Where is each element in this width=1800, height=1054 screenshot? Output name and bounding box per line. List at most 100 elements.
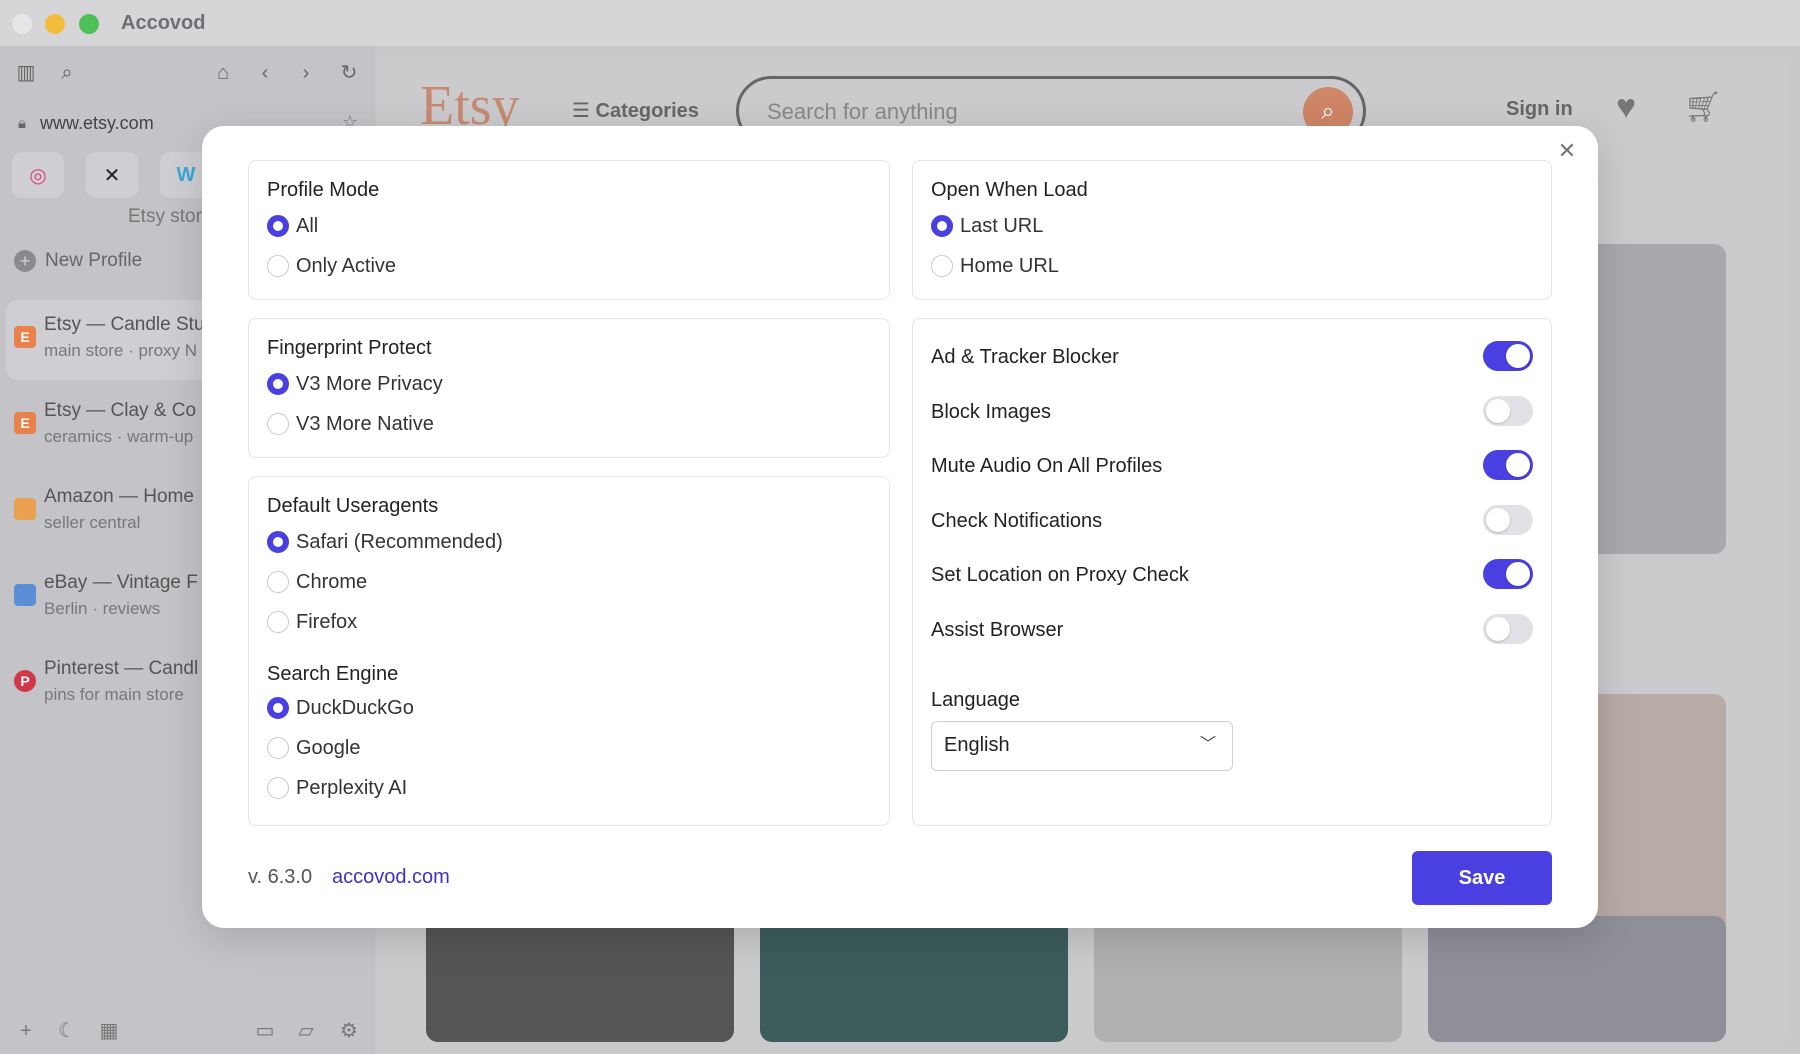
sidebar-toggle-icon[interactable]: ▥ (13, 60, 39, 86)
pinterest-icon: P (14, 670, 36, 692)
radio-unselected-icon (267, 255, 289, 277)
profile-subtitle: pins for main store (44, 685, 184, 704)
product-image[interactable] (426, 916, 734, 1042)
open-when-load-title: Open When Load (931, 179, 1088, 201)
categories-button[interactable]: ☰ Categories (572, 98, 699, 123)
back-icon[interactable]: ‹ (252, 60, 278, 86)
search-icon[interactable]: ⌕ (54, 60, 80, 86)
radio-unselected-icon (267, 737, 289, 759)
etsy-search-placeholder: Search for anything (767, 99, 958, 124)
profile-mode-title: Profile Mode (267, 179, 380, 201)
profile-name: Etsy — Clay & Co (44, 400, 197, 421)
url-text: www.etsy.com (40, 112, 154, 133)
ebay-icon (14, 584, 36, 606)
radio-profile-mode-only-active[interactable]: Only Active (267, 253, 396, 279)
app-title: Accovod (121, 12, 206, 34)
radio-last-url[interactable]: Last URL (931, 213, 1043, 239)
radio-home-url[interactable]: Home URL (931, 253, 1059, 279)
profile-name: Pinterest — Candl (44, 658, 199, 679)
toggle-row-set-location: Set Location on Proxy Check (931, 559, 1533, 591)
profile-subtitle: main store · proxy N (44, 341, 198, 360)
language-select[interactable]: English ﹀ (931, 721, 1233, 771)
radio-selected-icon (931, 215, 953, 237)
radio-v3-more-native[interactable]: V3 More Native (267, 411, 434, 437)
moon-icon[interactable]: ☾ (54, 1018, 80, 1044)
version-label: v. 6.3.0 (248, 866, 313, 888)
settings-modal: ✕ Profile Mode All Only Active Open When… (202, 126, 1598, 928)
etsy-icon: E (14, 412, 36, 434)
radio-selected-icon (267, 531, 289, 553)
chevron-down-icon: ﹀ (1199, 736, 1216, 753)
lock-icon: 🔒︎ (18, 114, 26, 132)
open-when-load-panel: Open When Load Last URL Home URL (912, 160, 1552, 300)
window-maximize-button[interactable] (79, 14, 99, 34)
profile-subtitle: Berlin · reviews (44, 599, 161, 618)
fingerprint-title: Fingerprint Protect (267, 337, 432, 359)
toggle-ad-tracker-blocker[interactable] (1483, 341, 1533, 371)
toggle-mute-audio[interactable] (1483, 450, 1533, 480)
save-button[interactable]: Save (1412, 851, 1552, 905)
close-icon[interactable]: ✕ (1552, 136, 1582, 166)
toggles-panel: Ad & Tracker Blocker Block Images Mute A… (912, 318, 1552, 826)
useragent-search-panel: Default Useragents Safari (Recommended) … (248, 476, 890, 826)
toggle-check-notifications[interactable] (1483, 505, 1533, 535)
heart-icon[interactable]: ♥ (1616, 88, 1636, 127)
radio-unselected-icon (267, 611, 289, 633)
toggle-row-ad-blocker: Ad & Tracker Blocker (931, 341, 1533, 373)
window-close-button[interactable] (12, 14, 32, 34)
product-image[interactable] (1428, 916, 1726, 1042)
radio-unselected-icon (267, 571, 289, 593)
cart-icon[interactable]: 🛒︎ (1684, 90, 1722, 125)
reload-icon[interactable]: ↻ (336, 60, 362, 86)
product-image[interactable] (760, 916, 1068, 1042)
website-link[interactable]: accovod.com (332, 866, 450, 889)
forward-icon[interactable]: › (293, 60, 319, 86)
profile-subtitle: ceramics · warm-up (44, 427, 194, 446)
radio-perplexity[interactable]: Perplexity AI (267, 775, 407, 801)
etsy-icon: E (14, 326, 36, 348)
toggle-row-check-notifications: Check Notifications (931, 505, 1533, 537)
radio-profile-mode-all[interactable]: All (267, 213, 318, 239)
product-image[interactable] (1094, 916, 1402, 1042)
home-icon[interactable]: ⌂ (210, 60, 236, 86)
profile-name: eBay — Vintage F (44, 572, 198, 593)
new-profile-button[interactable]: + New Profile (14, 250, 142, 272)
toggle-row-block-images: Block Images (931, 396, 1533, 428)
radio-safari[interactable]: Safari (Recommended) (267, 529, 503, 555)
add-icon[interactable]: + (13, 1018, 39, 1044)
radio-selected-icon (267, 215, 289, 237)
archive-icon[interactable]: ▭ (252, 1018, 278, 1044)
radio-duckduckgo[interactable]: DuckDuckGo (267, 695, 414, 721)
amazon-icon (14, 498, 36, 520)
toggle-set-location[interactable] (1483, 559, 1533, 589)
sidebar-section-label: Etsy stor (128, 206, 202, 227)
search-engine-title: Search Engine (267, 663, 399, 685)
fingerprint-panel: Fingerprint Protect V3 More Privacy V3 M… (248, 318, 890, 458)
radio-unselected-icon (267, 777, 289, 799)
folder-icon[interactable]: ▱ (293, 1018, 319, 1044)
grid-icon[interactable]: ▦ (96, 1018, 122, 1044)
radio-chrome[interactable]: Chrome (267, 569, 367, 595)
radio-google[interactable]: Google (267, 735, 361, 761)
toggle-block-images[interactable] (1483, 396, 1533, 426)
profile-mode-panel: Profile Mode All Only Active (248, 160, 890, 300)
gear-icon[interactable]: ⚙ (336, 1018, 362, 1044)
profile-name: Etsy — Candle Stu (44, 314, 205, 335)
radio-unselected-icon (267, 413, 289, 435)
instagram-icon[interactable]: ◎ (12, 152, 64, 198)
plus-icon: + (14, 250, 36, 272)
radio-firefox[interactable]: Firefox (267, 609, 357, 635)
radio-selected-icon (267, 373, 289, 395)
radio-v3-more-privacy[interactable]: V3 More Privacy (267, 371, 443, 397)
toggle-row-assist-browser: Assist Browser (931, 614, 1533, 646)
sign-in-link[interactable]: Sign in (1506, 98, 1573, 121)
profile-name: Amazon — Home (44, 486, 194, 507)
radio-selected-icon (267, 697, 289, 719)
language-label: Language (931, 689, 1020, 711)
window-minimize-button[interactable] (45, 14, 65, 34)
title-bar: Accovod (0, 0, 1800, 46)
useragents-title: Default Useragents (267, 495, 439, 517)
toggle-assist-browser[interactable] (1483, 614, 1533, 644)
toggle-row-mute-audio: Mute Audio On All Profiles (931, 450, 1533, 482)
x-icon[interactable]: ✕ (86, 152, 138, 198)
